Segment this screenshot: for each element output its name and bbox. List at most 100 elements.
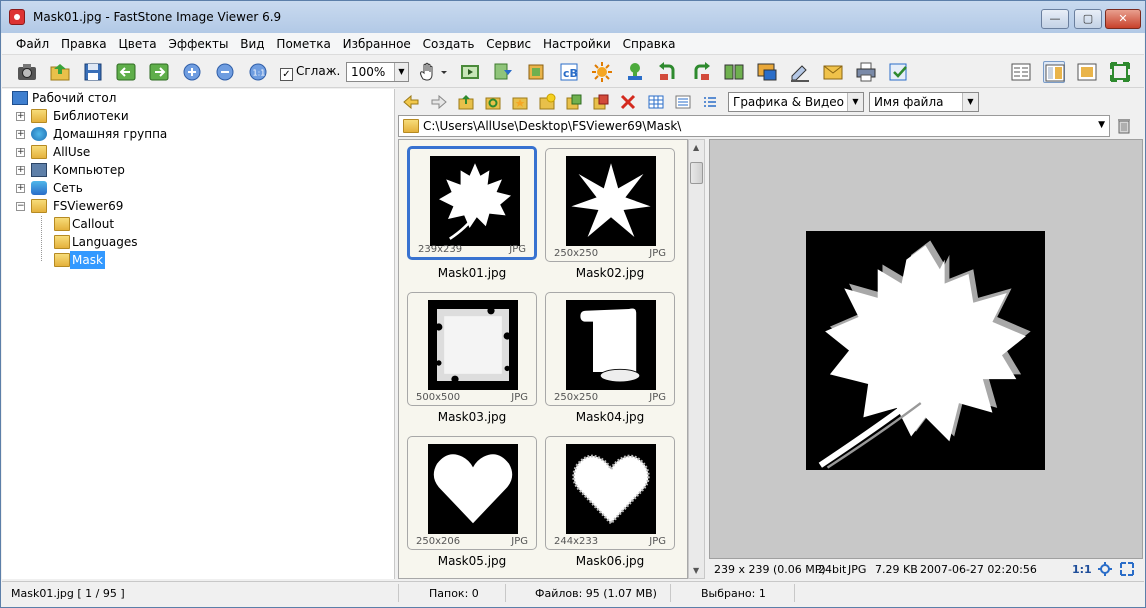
menu-view[interactable]: Вид xyxy=(236,33,268,51)
thumbnail-card[interactable]: 250x250 JPG xyxy=(545,148,675,262)
draw-icon[interactable] xyxy=(789,61,811,83)
chevron-down-icon[interactable]: ▼ xyxy=(962,93,978,111)
close-button[interactable]: ✕ xyxy=(1105,9,1141,29)
menu-tools[interactable]: Сервис xyxy=(482,33,535,51)
fullscreen-icon[interactable] xyxy=(1109,61,1131,83)
layout-preview-icon[interactable] xyxy=(1043,61,1065,83)
folder-up-icon[interactable] xyxy=(457,93,475,111)
thumbnail-card[interactable]: 500x500 JPG xyxy=(407,292,537,406)
thumbnail-card[interactable]: 250x250 JPG xyxy=(545,292,675,406)
thumbnail-card[interactable]: 239x239 JPG xyxy=(407,146,537,260)
folder-open-icon xyxy=(54,253,70,267)
scroll-up-icon[interactable]: ▲ xyxy=(693,143,699,152)
network-icon xyxy=(31,181,47,195)
chevron-down-icon[interactable]: ▼ xyxy=(1098,120,1105,130)
details-view-icon[interactable] xyxy=(674,93,692,111)
maximize-button[interactable]: ▢ xyxy=(1074,9,1102,29)
favorite-folder-icon[interactable] xyxy=(511,93,529,111)
previous-icon[interactable] xyxy=(115,61,137,83)
layout-list-icon[interactable] xyxy=(1010,61,1032,83)
compare-icon[interactable] xyxy=(723,61,745,83)
wallpaper-icon[interactable] xyxy=(756,61,778,83)
move-files-icon[interactable] xyxy=(592,93,610,111)
menu-colors[interactable]: Цвета xyxy=(114,33,160,51)
menu-favorites[interactable]: Избранное xyxy=(339,33,415,51)
smooth-check-box[interactable]: ✓ xyxy=(280,68,293,81)
menu-effects[interactable]: Эффекты xyxy=(164,33,232,51)
sort-value: Имя файла xyxy=(874,95,944,109)
hand-tool-icon[interactable] xyxy=(418,61,448,83)
thumb-dimensions: 250x250 xyxy=(554,392,599,403)
expand-icon[interactable]: + xyxy=(16,184,25,193)
collapse-icon[interactable]: − xyxy=(16,202,25,211)
zoom-out-icon[interactable] xyxy=(214,61,236,83)
save-icon[interactable] xyxy=(82,61,104,83)
menu-edit[interactable]: Правка xyxy=(57,33,111,51)
thumbnail-card[interactable]: 244x233 JPG xyxy=(545,436,675,550)
smooth-checkbox[interactable]: ✓ Сглаж. xyxy=(280,64,340,81)
delete-icon[interactable] xyxy=(619,93,637,111)
filter-select[interactable]: Графика & Видео ▼ xyxy=(728,92,864,112)
actual-size-icon[interactable]: 1:1 xyxy=(247,61,269,83)
back-icon[interactable] xyxy=(402,93,420,111)
print-icon[interactable] xyxy=(855,61,877,83)
svg-text:cB: cB xyxy=(563,67,578,80)
camera-icon[interactable] xyxy=(16,61,38,83)
batch-icon[interactable] xyxy=(888,61,910,83)
thumb-format: JPG xyxy=(511,392,528,403)
heart-lace-thumbnail xyxy=(566,444,656,534)
copy-files-icon[interactable] xyxy=(565,93,583,111)
status-divider xyxy=(794,584,795,602)
forward-icon[interactable] xyxy=(430,93,448,111)
expand-icon[interactable]: + xyxy=(16,130,25,139)
expand-icon[interactable]: + xyxy=(16,166,25,175)
slideshow-icon[interactable] xyxy=(459,61,481,83)
menu-tag[interactable]: Пометка xyxy=(272,33,334,51)
expand-view-icon[interactable] xyxy=(1119,561,1135,580)
menu-help[interactable]: Справка xyxy=(619,33,680,51)
crop-icon[interactable] xyxy=(525,61,547,83)
image-depth: 24bit xyxy=(818,563,847,576)
expand-icon[interactable]: + xyxy=(16,112,25,121)
minimize-button[interactable]: — xyxy=(1041,9,1069,29)
menu-create[interactable]: Создать xyxy=(419,33,479,51)
zoom-in-icon[interactable] xyxy=(181,61,203,83)
next-icon[interactable] xyxy=(148,61,170,83)
list-view-icon[interactable] xyxy=(701,93,719,111)
recycle-bin-icon[interactable] xyxy=(1115,117,1133,135)
scroll-down-icon[interactable]: ▼ xyxy=(693,566,699,575)
chevron-down-icon[interactable]: ▼ xyxy=(394,63,408,81)
chevron-down-icon[interactable]: ▼ xyxy=(847,93,863,111)
adjust-colors-icon[interactable] xyxy=(591,61,613,83)
thumbnail-card[interactable]: 250x206 JPG xyxy=(407,436,537,550)
resize-icon[interactable]: cB xyxy=(558,61,580,83)
layout-viewer-icon[interactable] xyxy=(1076,61,1098,83)
expand-icon[interactable]: + xyxy=(16,148,25,157)
image-size: 239 x 239 (0.06 MP) xyxy=(714,563,826,576)
refresh-icon[interactable] xyxy=(484,93,502,111)
path-combobox[interactable]: C:\Users\AllUse\Desktop\FSViewer69\Mask\… xyxy=(398,115,1110,137)
thumb-filename: Mask03.jpg xyxy=(437,410,507,424)
zoom-ratio[interactable]: 1:1 xyxy=(1072,563,1092,576)
stamp-icon[interactable] xyxy=(624,61,646,83)
copy-to-icon[interactable] xyxy=(492,61,514,83)
zoom-select[interactable]: 100% ▼ xyxy=(346,62,409,82)
scroll-thumb[interactable] xyxy=(690,162,703,184)
menu-file[interactable]: Файл xyxy=(2,33,53,51)
zoom-value: 100% xyxy=(351,65,386,79)
thumb-filename: Mask01.jpg xyxy=(437,266,507,280)
open-folder-icon[interactable] xyxy=(49,61,71,83)
app-icon[interactable] xyxy=(9,9,25,25)
rotate-left-icon[interactable] xyxy=(657,61,679,83)
thumbnails-view-icon[interactable] xyxy=(647,93,665,111)
menu-settings[interactable]: Настройки xyxy=(539,33,615,51)
thumb-dimensions: 250x206 xyxy=(416,536,461,547)
thumbnail-scrollbar[interactable]: ▲ ▼ xyxy=(688,139,705,579)
sort-select[interactable]: Имя файла ▼ xyxy=(869,92,979,112)
app-window: Mask01.jpg - FastStone Image Viewer 6.9 … xyxy=(0,0,1146,608)
thumb-format: JPG xyxy=(509,244,526,255)
rotate-right-icon[interactable] xyxy=(690,61,712,83)
new-folder-icon[interactable] xyxy=(538,93,556,111)
email-icon[interactable] xyxy=(822,61,844,83)
fit-icon[interactable] xyxy=(1097,561,1113,580)
